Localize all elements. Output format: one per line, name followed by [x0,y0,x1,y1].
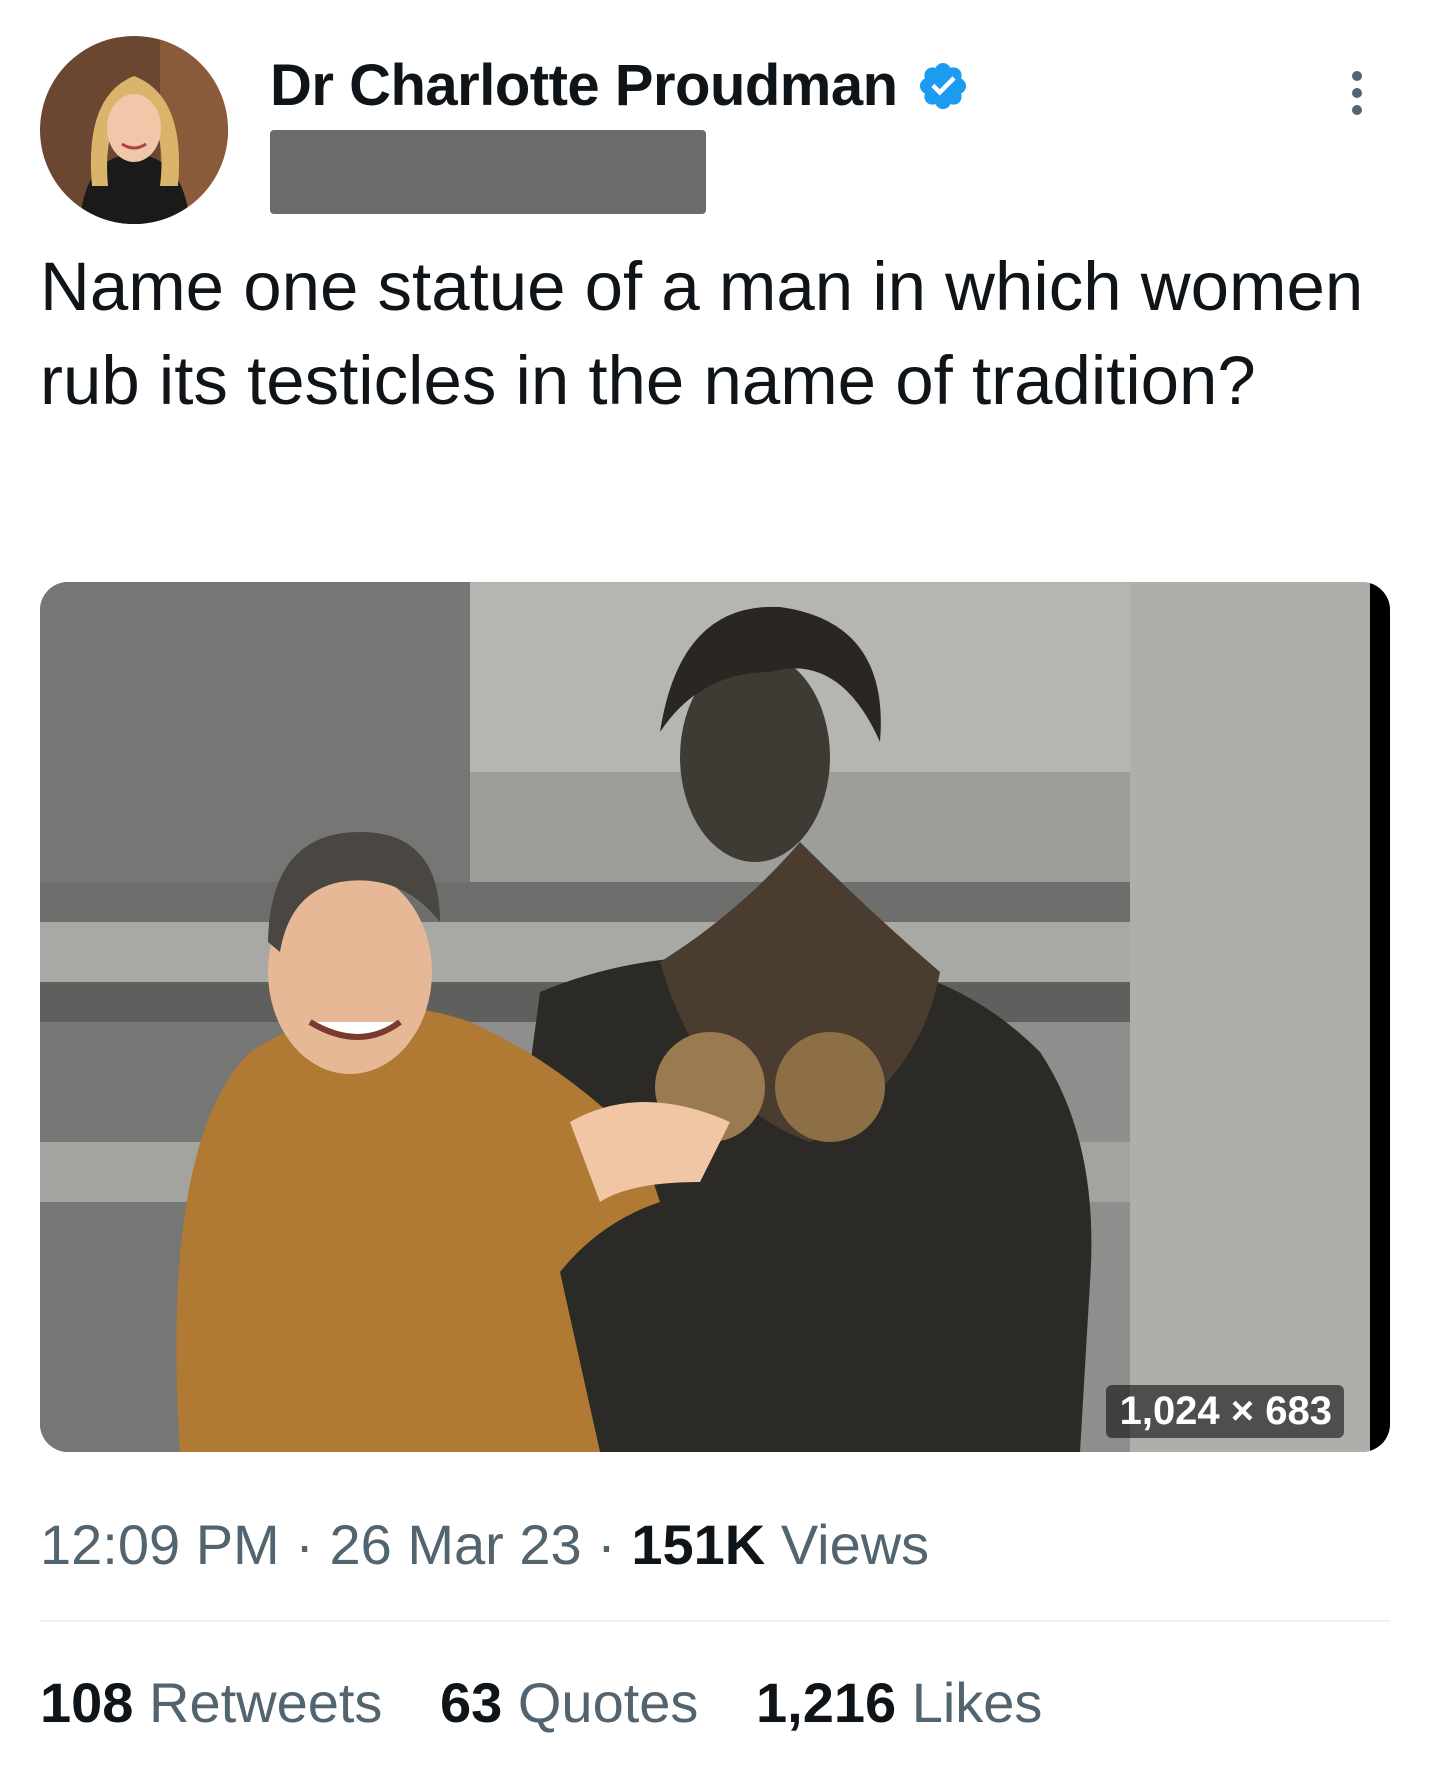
quotes-stat[interactable]: 63 Quotes [440,1671,698,1734]
views-label: Views [780,1513,930,1576]
verified-badge-icon [919,62,966,109]
likes-count: 1,216 [755,1671,897,1734]
author-name-row: Dr Charlotte Proudman [270,52,970,119]
meta-separator: · [581,1513,632,1576]
more-options-icon[interactable] [1346,68,1368,118]
meta-separator: · [279,1513,330,1576]
tweet-text: Name one statue of a man in which women … [40,248,1364,419]
tweet-media-image[interactable]: 1,024 × 683 [40,582,1390,1452]
tweet-date[interactable]: 26 Mar 23 [329,1513,581,1576]
retweets-count: 108 [40,1671,134,1734]
author-display-name[interactable]: Dr Charlotte Proudman [270,52,898,119]
tweet-time[interactable]: 12:09 PM [40,1513,280,1576]
likes-label: Likes [911,1671,1043,1734]
views-count: 151K [631,1513,766,1576]
avatar[interactable] [40,36,228,224]
tweet-meta: 12:09 PM · 26 Mar 23 · 151K Views [40,1512,929,1577]
tweet-stats: 108 Retweets 63 Quotes 1,216 Likes [40,1670,1084,1735]
quotes-count: 63 [440,1671,503,1734]
divider [40,1620,1390,1622]
media-dimensions-badge: 1,024 × 683 [1105,1385,1344,1438]
retweets-stat[interactable]: 108 Retweets [40,1671,382,1734]
likes-stat[interactable]: 1,216 Likes [756,1671,1042,1734]
handle-redacted-block [270,130,706,214]
quotes-label: Quotes [517,1671,699,1734]
retweets-label: Retweets [149,1671,383,1734]
